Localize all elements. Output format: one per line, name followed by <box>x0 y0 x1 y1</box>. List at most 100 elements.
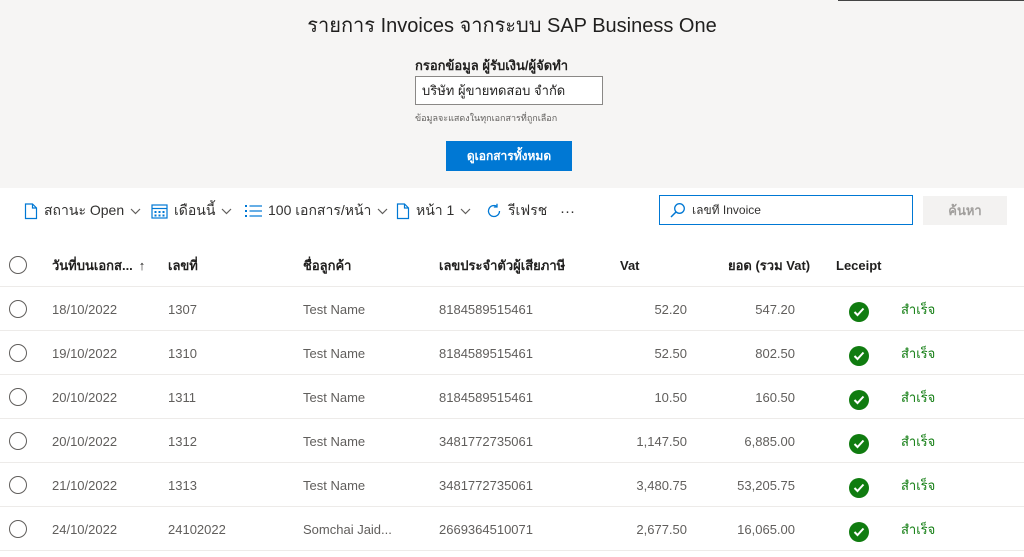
list-icon <box>245 204 262 218</box>
chevron-down-icon <box>377 208 388 215</box>
cell-status-text: สำเร็จ <box>901 433 936 449</box>
cell-date: 20/10/2022 <box>52 433 118 449</box>
page-selector-button[interactable]: หน้า 1 <box>396 199 471 223</box>
cell-vat: 1,147.50 <box>636 433 687 449</box>
search-icon <box>670 202 686 218</box>
cell-tax-id: 8184589515461 <box>439 345 533 361</box>
select-all-checkbox[interactable] <box>9 243 27 287</box>
cell-number: 1311 <box>168 389 196 405</box>
per-page-button[interactable]: 100 เอกสาร/หน้า <box>245 199 388 223</box>
row-select-checkbox[interactable] <box>9 507 27 551</box>
check-circle-icon <box>849 302 869 322</box>
column-date-label: วันที่บนเอกส... <box>52 257 133 273</box>
page-selector-label: หน้า 1 <box>416 202 455 218</box>
cell-date: 18/10/2022 <box>52 301 118 317</box>
page-title: รายการ Invoices จากระบบ SAP Business One <box>307 15 717 37</box>
cell-total: 547.20 <box>755 301 795 317</box>
row-select-checkbox[interactable] <box>9 287 27 331</box>
per-page-label: 100 เอกสาร/หน้า <box>268 202 372 218</box>
refresh-button[interactable]: รีเฟรช <box>486 199 547 223</box>
cell-customer: Test Name <box>303 433 366 449</box>
cell-status-text: สำเร็จ <box>901 301 936 317</box>
column-number[interactable]: เลขที่ <box>168 243 198 287</box>
cell-status-text: สำเร็จ <box>901 345 936 361</box>
row-select-checkbox[interactable] <box>9 419 27 463</box>
table-row[interactable]: 21/10/2022 1313 Test Name 3481772735061 … <box>0 463 1024 507</box>
chevron-down-icon <box>460 208 471 215</box>
row-select-checkbox[interactable] <box>9 375 27 419</box>
cell-tax-id: 8184589515461 <box>439 389 533 405</box>
cell-date: 24/10/2022 <box>52 521 118 537</box>
status-filter-label: สถานะ Open <box>44 202 125 218</box>
table-row[interactable]: 20/10/2022 1311 Test Name 8184589515461 … <box>0 375 1024 419</box>
table-row[interactable]: 18/10/2022 1307 Test Name 8184589515461 … <box>0 287 1024 331</box>
search-button[interactable]: ค้นหา <box>923 196 1007 225</box>
calendar-icon <box>151 203 168 219</box>
chevron-down-icon <box>130 208 141 215</box>
document-icon <box>24 202 38 220</box>
cell-vat: 3,480.75 <box>636 477 687 493</box>
search-box[interactable] <box>659 195 913 225</box>
cell-total: 802.50 <box>755 345 795 361</box>
sort-ascending-icon: ↑ <box>138 257 146 273</box>
month-filter-label: เดือนนี้ <box>174 202 216 218</box>
more-options-button[interactable]: ··· <box>560 199 575 223</box>
row-select-checkbox[interactable] <box>9 463 27 507</box>
cell-number: 24102022 <box>168 521 226 537</box>
cell-receipt-status <box>849 375 869 419</box>
cell-receipt-status <box>849 507 869 551</box>
refresh-icon <box>486 203 502 219</box>
cell-receipt-status <box>849 331 869 375</box>
check-circle-icon <box>849 434 869 454</box>
payer-input[interactable] <box>415 76 603 105</box>
table-row[interactable]: 19/10/2022 1310 Test Name 8184589515461 … <box>0 331 1024 375</box>
column-customer[interactable]: ชื่อลูกค้า <box>303 243 351 287</box>
view-all-documents-button[interactable]: ดูเอกสารทั้งหมด <box>446 141 572 171</box>
column-vat[interactable]: Vat <box>620 243 640 287</box>
cell-tax-id: 3481772735061 <box>439 477 533 493</box>
check-circle-icon <box>849 390 869 410</box>
cell-customer: Test Name <box>303 477 366 493</box>
cell-tax-id: 2669364510071 <box>439 521 533 537</box>
payer-field-label: กรอกข้อมูล ผู้รับเงิน/ผู้จัดทำ <box>415 58 569 73</box>
row-select-circle-icon <box>9 432 27 450</box>
cell-vat: 2,677.50 <box>636 521 687 537</box>
cell-customer: Test Name <box>303 301 366 317</box>
payer-field-hint: ข้อมูลจะแสดงในทุกเอกสารที่ถูกเลือก <box>415 113 558 123</box>
cell-status-text: สำเร็จ <box>901 389 936 405</box>
header-panel: รายการ Invoices จากระบบ SAP Business One… <box>0 0 1024 188</box>
column-receipt[interactable]: Leceipt <box>836 243 882 287</box>
cell-customer: Test Name <box>303 345 366 361</box>
cell-number: 1307 <box>168 301 197 317</box>
column-tax-id[interactable]: เลขประจำตัวผู้เสียภาษี <box>439 243 565 287</box>
cell-number: 1313 <box>168 477 197 493</box>
row-select-circle-icon <box>9 300 27 318</box>
cell-total: 53,205.75 <box>737 477 795 493</box>
column-total[interactable]: ยอด (รวม Vat) <box>728 243 810 287</box>
status-filter-button[interactable]: สถานะ Open <box>24 199 141 223</box>
row-select-circle-icon <box>9 476 27 494</box>
cell-date: 21/10/2022 <box>52 477 118 493</box>
top-right-divider <box>838 0 1024 1</box>
cell-total: 6,885.00 <box>744 433 795 449</box>
cell-date: 20/10/2022 <box>52 389 118 405</box>
cell-tax-id: 8184589515461 <box>439 301 533 317</box>
row-select-checkbox[interactable] <box>9 331 27 375</box>
cell-vat: 52.20 <box>654 301 687 317</box>
cell-status-text: สำเร็จ <box>901 477 936 493</box>
row-select-circle-icon <box>9 344 27 362</box>
table-row[interactable]: 24/10/2022 24102022 Somchai Jaid... 2669… <box>0 507 1024 551</box>
check-circle-icon <box>849 522 869 542</box>
row-select-circle-icon <box>9 520 27 538</box>
cell-receipt-status <box>849 463 869 507</box>
cell-total: 160.50 <box>755 389 795 405</box>
cell-status-text: สำเร็จ <box>901 521 936 537</box>
row-select-circle-icon <box>9 388 27 406</box>
search-input[interactable] <box>692 203 902 217</box>
column-date[interactable]: วันที่บนเอกส... ↑ <box>52 243 156 287</box>
table-row[interactable]: 20/10/2022 1312 Test Name 3481772735061 … <box>0 419 1024 463</box>
cell-customer: Somchai Jaid... <box>303 521 392 537</box>
cell-tax-id: 3481772735061 <box>439 433 533 449</box>
table-header: วันที่บนเอกส... ↑ เลขที่ ชื่อลูกค้า เลขป… <box>0 243 1024 287</box>
month-filter-button[interactable]: เดือนนี้ <box>151 199 232 223</box>
